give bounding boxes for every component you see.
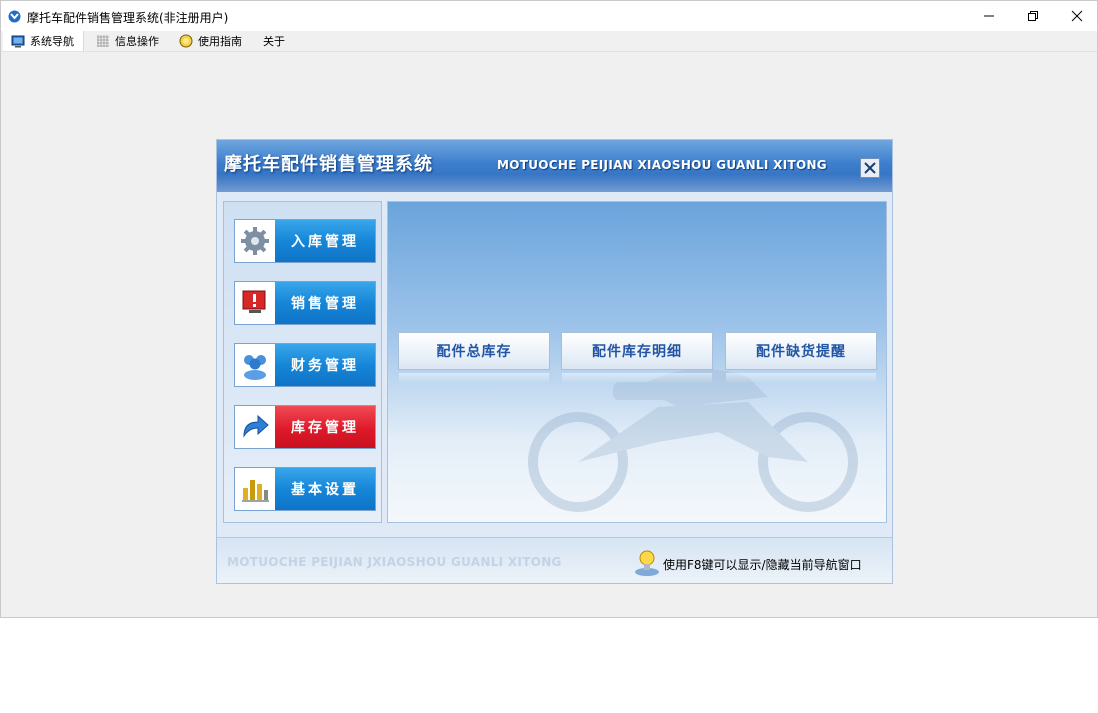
dialog-close-button[interactable]: [860, 158, 880, 178]
alert-monitor-icon: [235, 282, 275, 324]
lightbulb-icon: [635, 550, 659, 576]
total-stock-button[interactable]: 配件总库存: [398, 332, 550, 383]
action-label: 配件库存明细: [592, 344, 682, 360]
nav-label: 基本设置: [275, 468, 375, 510]
nav-sales-button[interactable]: 销售管理: [234, 281, 376, 325]
menu-info-ops[interactable]: 信息操作: [96, 31, 159, 51]
grid-icon: [97, 35, 109, 47]
gear-icon: [235, 220, 275, 262]
action-label: 配件总库存: [436, 344, 512, 360]
menu-system-nav[interactable]: 系统导航: [3, 31, 84, 51]
footer-watermark: MOTUOCHE PEIJIAN JXIAOSHOU GUANLI XITONG: [227, 555, 562, 569]
nav-finance-button[interactable]: 财务管理: [234, 343, 376, 387]
close-window-button[interactable]: [1055, 1, 1098, 31]
minimize-button[interactable]: [967, 1, 1011, 31]
menu-user-guide[interactable]: 使用指南: [179, 31, 242, 51]
dialog-subtitle: MOTUOCHE PEIJIAN XIAOSHOU GUANLI XITONG: [497, 158, 827, 172]
restore-icon: [1028, 11, 1038, 21]
monitor-icon: [11, 35, 25, 48]
dialog-header: 摩托车配件销售管理系统 MOTUOCHE PEIJIAN XIAOSHOU GU…: [217, 140, 892, 192]
nav-stock-in-button[interactable]: 入库管理: [234, 219, 376, 263]
restore-button[interactable]: [1011, 1, 1055, 31]
minimize-icon: [984, 15, 994, 17]
footer-tip: 使用F8键可以显示/隐藏当前导航窗口: [663, 558, 862, 572]
chart-icon: [235, 468, 275, 510]
close-icon: [864, 162, 876, 174]
dialog-title: 摩托车配件销售管理系统: [224, 154, 433, 175]
nav-label: 入库管理: [275, 220, 375, 262]
nav-label: 库存管理: [275, 406, 375, 448]
menu-about[interactable]: 关于: [263, 31, 285, 51]
navigation-dialog: 摩托车配件销售管理系统 MOTUOCHE PEIJIAN XIAOSHOU GU…: [216, 139, 893, 584]
content-panel: 配件总库存 配件库存明细 配件缺货提醒: [387, 201, 887, 523]
users-icon: [235, 344, 275, 386]
help-icon: [179, 34, 193, 48]
arrow-icon: [235, 406, 275, 448]
nav-panel: 入库管理 销售管理 财务管理 库存管理 基本设置: [223, 201, 382, 523]
nav-inventory-button[interactable]: 库存管理: [234, 405, 376, 449]
menu-bar: 系统导航 信息操作 使用指南 关于: [1, 31, 1097, 52]
main-window: 摩托车配件销售管理系统(非注册用户) 系统导航 信息操作 使用指南 关于 摩托车…: [0, 0, 1098, 618]
nav-settings-button[interactable]: 基本设置: [234, 467, 376, 511]
menu-label: 使用指南: [198, 35, 242, 48]
menu-label: 关于: [263, 35, 285, 48]
window-title: 摩托车配件销售管理系统(非注册用户): [27, 11, 229, 25]
action-label: 配件缺货提醒: [756, 344, 846, 360]
title-bar[interactable]: 摩托车配件销售管理系统(非注册用户): [1, 1, 1097, 31]
shortage-alert-button[interactable]: 配件缺货提醒: [725, 332, 877, 383]
dialog-footer: MOTUOCHE PEIJIAN JXIAOSHOU GUANLI XITONG…: [217, 537, 892, 583]
menu-label: 系统导航: [30, 35, 74, 48]
nav-label: 销售管理: [275, 282, 375, 324]
stock-detail-button[interactable]: 配件库存明细: [561, 332, 713, 383]
nav-label: 财务管理: [275, 344, 375, 386]
menu-label: 信息操作: [115, 35, 159, 48]
close-icon: [1071, 10, 1083, 22]
app-logo-icon: [8, 10, 21, 23]
